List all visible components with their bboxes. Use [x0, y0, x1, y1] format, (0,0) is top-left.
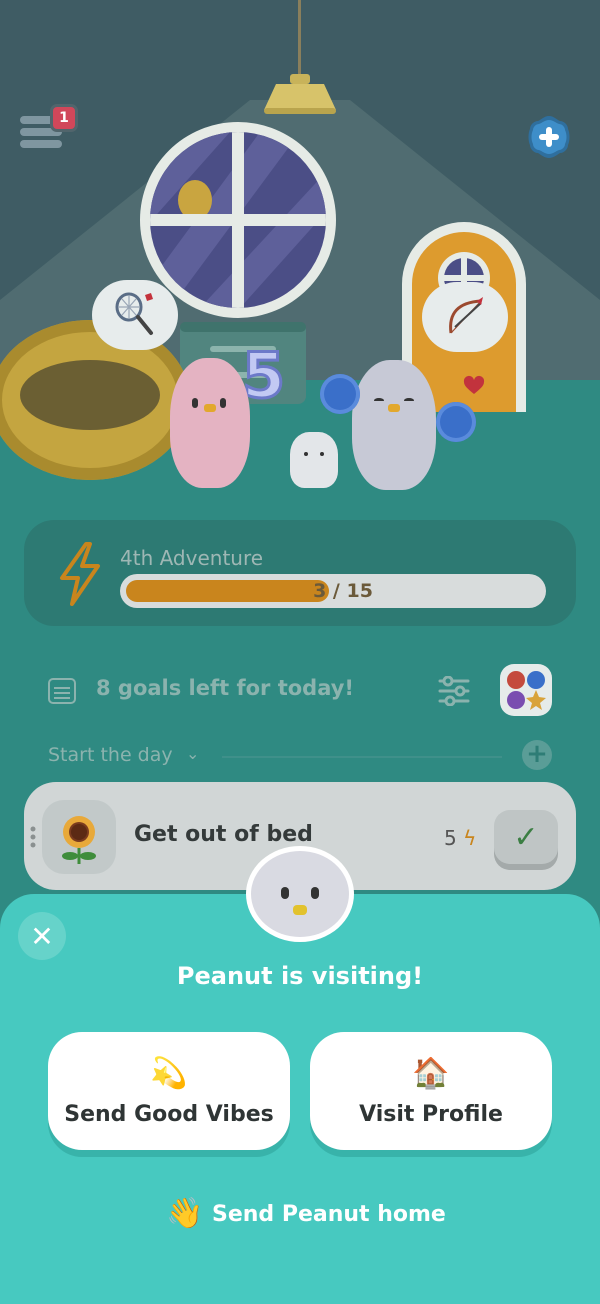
birdhouse-icon: 🏠 [412, 1056, 450, 1091]
adventure-card [24, 520, 576, 626]
night-sky [150, 132, 326, 308]
complete-task-button[interactable]: ✓ [494, 810, 558, 864]
bird-face-icon [251, 851, 349, 937]
home-screen: 1 5 4th Adventure 3 / 15 8 goals left fo… [0, 0, 600, 1304]
visit-profile-button[interactable]: 🏠 Visit Profile [310, 1032, 552, 1150]
adventure-progress-bar: 3 / 15 [120, 574, 546, 608]
balloon-number: 5 [241, 339, 287, 412]
round-window [140, 122, 336, 318]
visitor-avatar [246, 846, 354, 942]
hobby-bubble-left [92, 280, 178, 350]
heart-icon [463, 375, 485, 394]
pompom-left [320, 374, 360, 414]
sunflower-icon [62, 816, 96, 864]
grey-bird [352, 360, 436, 490]
notification-badge: 1 [50, 104, 78, 132]
badminton-racket-icon [115, 292, 153, 335]
section-divider [222, 756, 502, 758]
section-start-the-day[interactable]: Start the day [48, 744, 173, 766]
calendar-icon [48, 678, 76, 704]
goals-left-text: 8 goals left for today! [96, 676, 355, 700]
drag-handle-icon[interactable] [30, 826, 36, 848]
lamp-icon [264, 74, 336, 114]
send-good-vibes-label: Send Good Vibes [64, 1102, 274, 1127]
waving-hand-icon: 👋 [166, 1196, 204, 1231]
lamp-cord [298, 0, 301, 80]
send-home-label: Send Peanut home [212, 1202, 446, 1227]
lightning-bolt-icon: ϟ [463, 826, 477, 850]
chevron-down-icon[interactable]: ⌄ [186, 744, 199, 763]
progress-text: 3 / 15 [313, 580, 373, 602]
task-title: Get out of bed [134, 822, 313, 847]
shooting-star-icon: 💫 [150, 1056, 188, 1091]
add-friend-button[interactable] [526, 114, 572, 160]
adventure-title: 4th Adventure [120, 546, 264, 570]
task-icon-box [42, 800, 116, 874]
hobby-bubble-right [422, 282, 508, 352]
pink-bird [170, 358, 250, 488]
pompom-right [436, 402, 476, 442]
lightning-bolt-icon [60, 542, 100, 606]
filter-sliders-icon[interactable] [438, 676, 470, 706]
menu-icon-bar [20, 140, 62, 148]
visit-title: Peanut is visiting! [176, 962, 424, 990]
categories-icon[interactable] [500, 664, 552, 716]
bow-and-arrow-icon [449, 297, 483, 334]
visit-profile-label: Visit Profile [359, 1102, 503, 1127]
task-points: 5 ϟ [444, 826, 476, 850]
send-good-vibes-button[interactable]: 💫 Send Good Vibes [48, 1032, 290, 1150]
close-button[interactable]: ✕ [18, 912, 66, 960]
task-points-value: 5 [444, 826, 457, 850]
white-cat [290, 432, 338, 488]
goals-summary-row: 8 goals left for today! [48, 664, 558, 716]
add-goal-button[interactable]: + [522, 740, 552, 770]
